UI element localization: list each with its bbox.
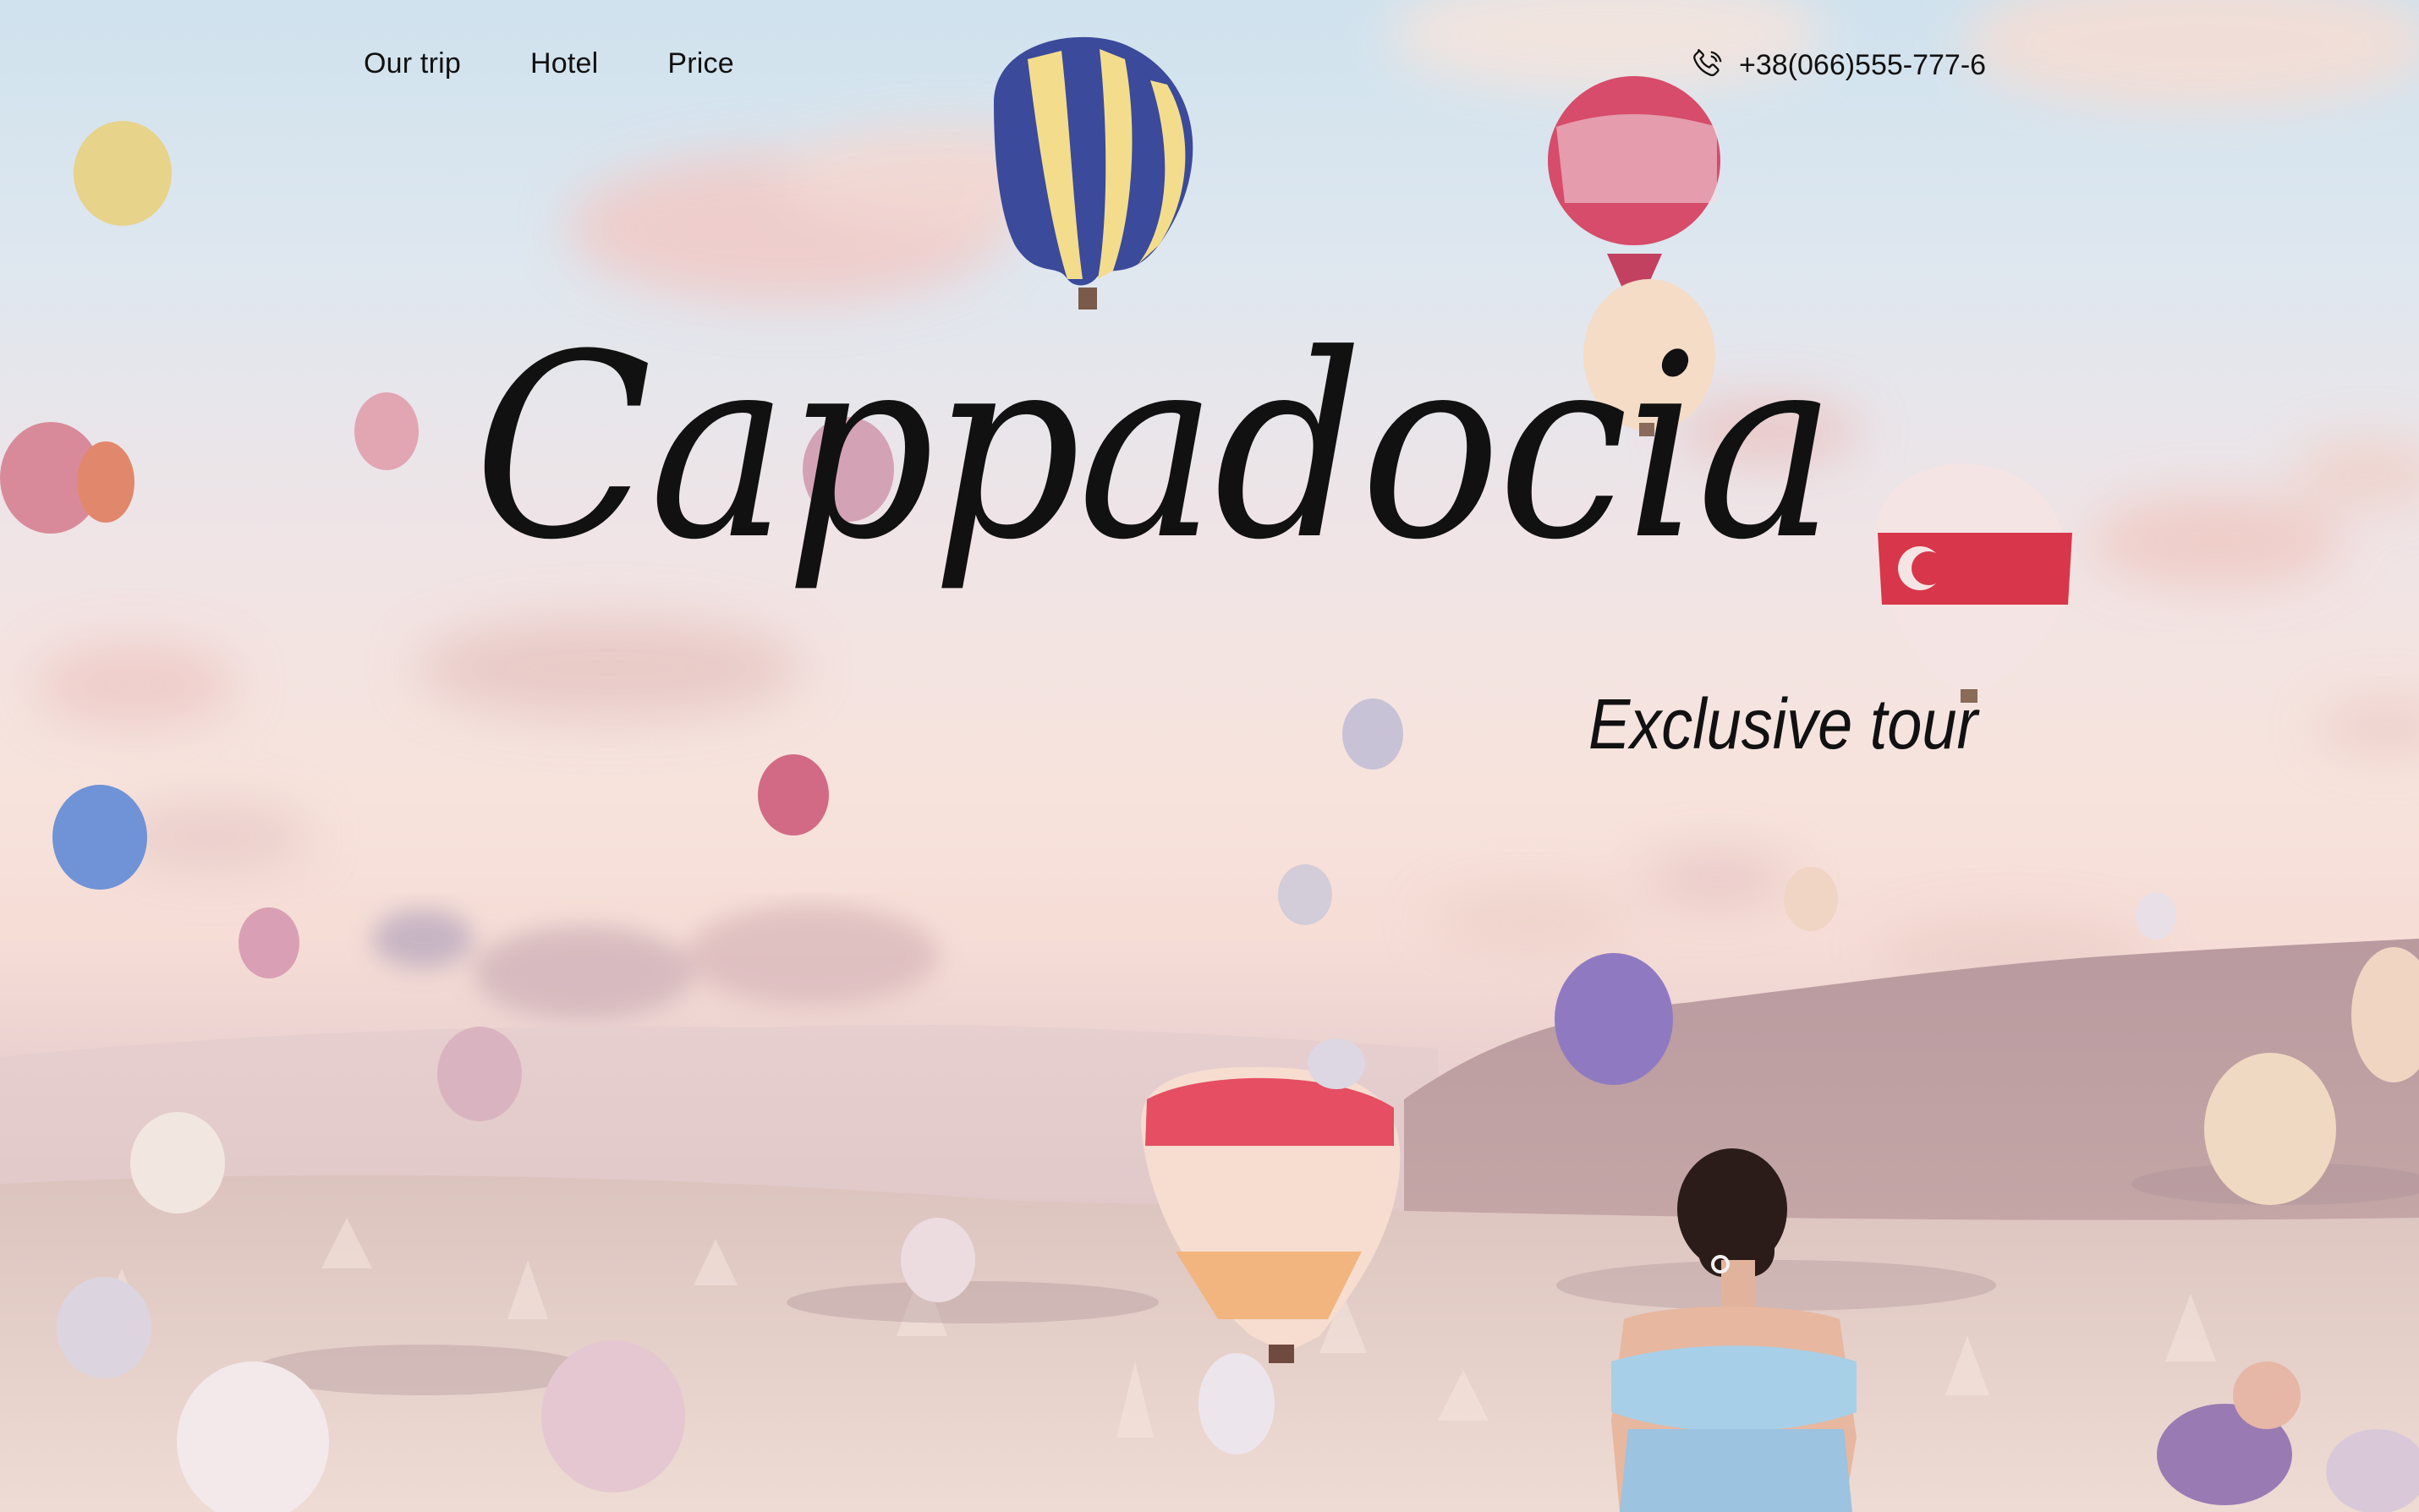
phone-icon [1693, 49, 1722, 77]
page-subtitle: Exclusive tour [1588, 684, 1978, 764]
page-title: Cappadocia [474, 300, 1836, 595]
nav-link-price[interactable]: Price [667, 47, 733, 80]
main-nav: Our trip Hotel Price [364, 47, 804, 80]
woman-figure [1611, 1148, 1857, 1512]
phone-contact[interactable]: +38(066)555-777-6 [1688, 46, 1986, 85]
nav-link-hotel[interactable]: Hotel [530, 47, 598, 80]
nav-link-our-trip[interactable]: Our trip [364, 47, 461, 80]
phone-number-link[interactable]: +38(066)555-777-6 [1739, 49, 1986, 82]
hero-section: Our trip Hotel Price +38(066)555-777-6 C… [0, 0, 2419, 1512]
